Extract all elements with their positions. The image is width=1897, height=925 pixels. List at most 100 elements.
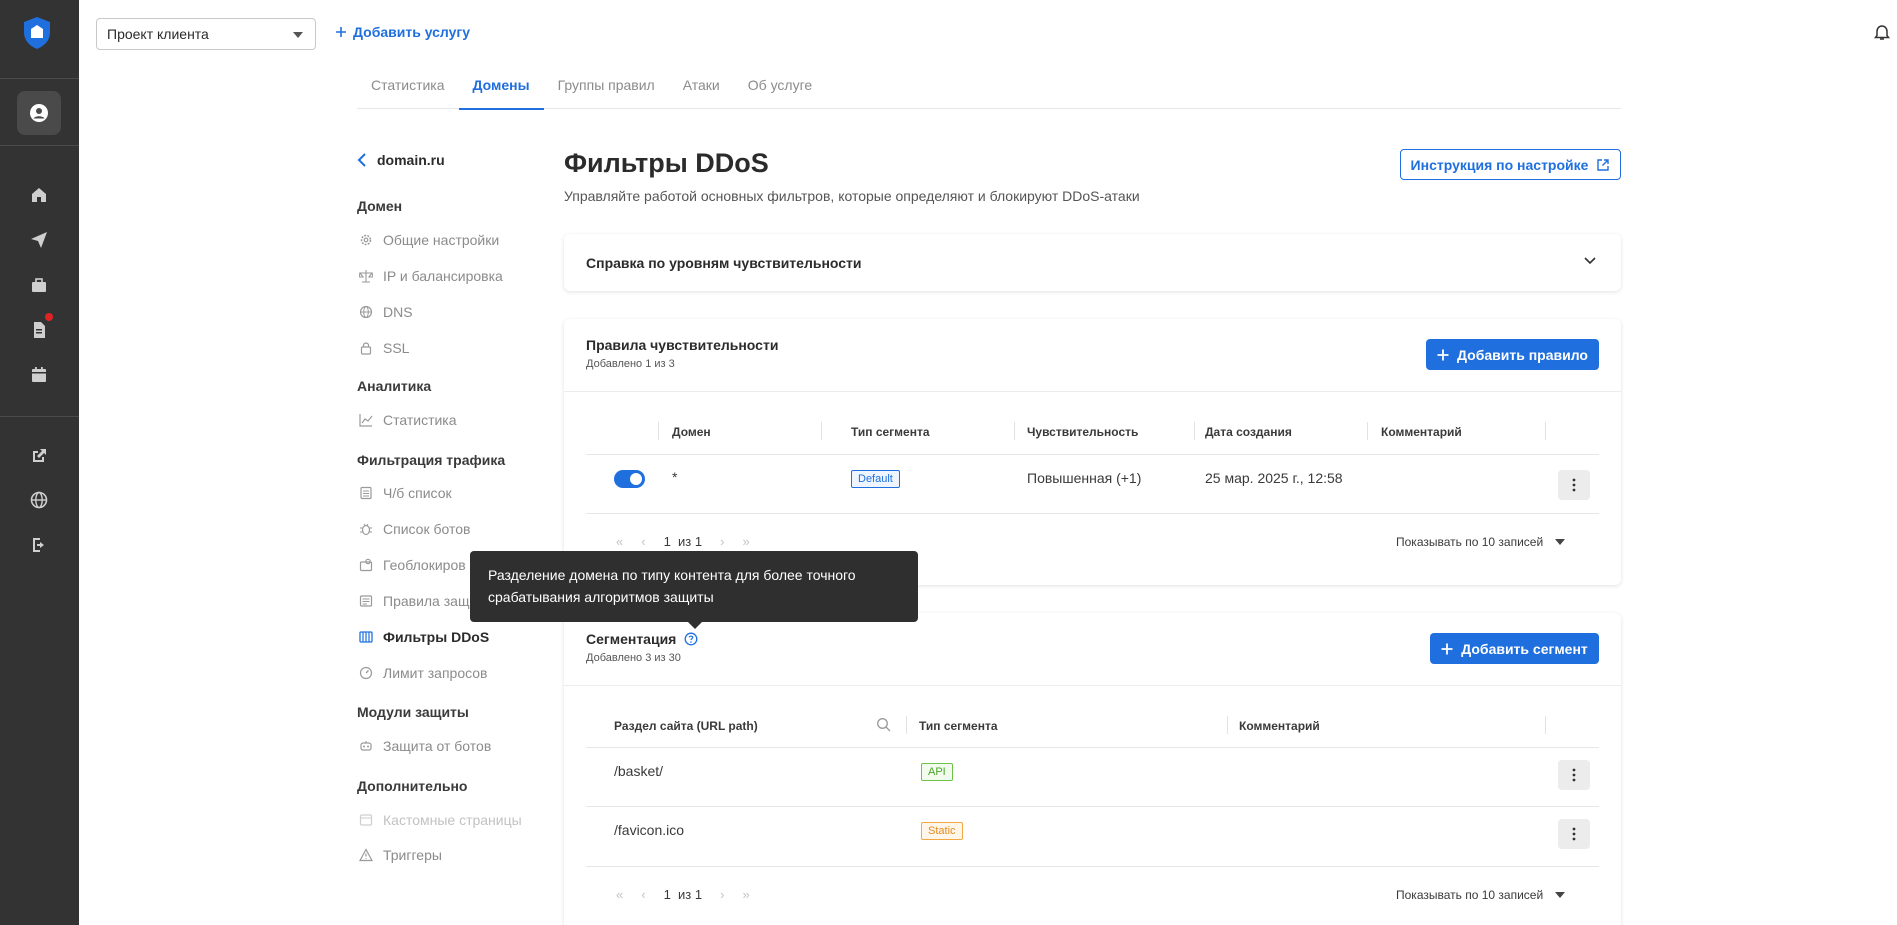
add-rule-label: Добавить правило <box>1457 346 1588 363</box>
rule-domain: * <box>672 469 678 485</box>
external-link-icon <box>33 449 46 462</box>
bell-icon[interactable] <box>1873 24 1891 42</box>
nav-label: Защита от ботов <box>383 738 492 754</box>
segment-path: /favicon.ico <box>614 822 685 838</box>
next-page-icon[interactable]: › <box>720 534 724 549</box>
rail-globe-button[interactable] <box>17 478 61 522</box>
last-page-icon[interactable]: » <box>742 887 749 902</box>
prev-page-icon[interactable]: ‹ <box>641 534 645 549</box>
per-page-label: Показывать по 10 записей <box>1396 888 1544 902</box>
nav-bot-protection[interactable]: Защита от ботов <box>359 736 491 756</box>
tab-rule-groups[interactable]: Группы правил <box>544 68 669 109</box>
tab-domains[interactable]: Домены <box>458 68 544 110</box>
nav-label: Общие настройки <box>383 232 500 248</box>
section-analytics: Аналитика <box>357 378 432 394</box>
segment-actions-button[interactable] <box>1558 819 1590 849</box>
tab-statistics[interactable]: Статистика <box>357 68 459 109</box>
project-select[interactable]: Проект клиента <box>96 18 316 50</box>
nav-ssl[interactable]: SSL <box>359 338 409 358</box>
add-segment-button[interactable]: Добавить сегмент <box>1430 633 1599 664</box>
segment-badge: Default <box>851 470 900 488</box>
seg-card-title-row: Сегментация <box>586 631 698 647</box>
nav-statistics[interactable]: Статистика <box>359 410 457 430</box>
service-tabs: Статистика Домены Группы правил Атаки Об… <box>357 68 1621 110</box>
external-link-icon <box>1597 158 1610 171</box>
nav-label: DNS <box>383 304 413 320</box>
first-page-icon[interactable]: « <box>616 887 623 902</box>
rail-calendar-button[interactable] <box>17 353 61 397</box>
segment-badge: API <box>921 763 953 781</box>
rail-external-link-button[interactable] <box>17 434 61 478</box>
speedometer-icon <box>359 666 373 680</box>
nav-blackwhite-list[interactable]: Ч/б список <box>359 483 452 503</box>
user-circle-icon <box>30 104 48 122</box>
more-vertical-icon <box>1572 768 1576 782</box>
help-circle-icon[interactable] <box>684 632 698 646</box>
nav-label: Статистика <box>383 412 457 428</box>
add-service-link[interactable]: Добавить услугу <box>335 24 470 40</box>
calendar-icon <box>32 367 46 382</box>
rail-logout-button[interactable] <box>17 523 61 567</box>
warning-icon <box>359 848 373 862</box>
rail-home-button[interactable] <box>17 173 61 217</box>
add-rule-button[interactable]: Добавить правило <box>1426 339 1599 370</box>
nav-geoblocking[interactable]: Геоблокиров <box>359 555 466 575</box>
nav-request-limit[interactable]: Лимит запросов <box>359 663 488 683</box>
rules-icon <box>359 595 373 607</box>
project-select-value: Проект клиента <box>107 26 209 42</box>
tab-attacks[interactable]: Атаки <box>669 68 734 109</box>
nav-bot-list[interactable]: Список ботов <box>359 519 470 539</box>
prev-page-icon[interactable]: ‹ <box>641 887 645 902</box>
topbar: Проект клиента Добавить услугу <box>79 0 1897 68</box>
rail-services-button[interactable] <box>17 263 61 307</box>
chevron-down-icon <box>1584 257 1596 265</box>
search-icon[interactable] <box>876 717 891 732</box>
section-modules: Модули защиты <box>357 704 469 720</box>
nav-general-settings[interactable]: Общие настройки <box>359 230 499 250</box>
nav-custom-pages[interactable]: Кастомные страницы <box>359 810 522 830</box>
nav-ip-balancing[interactable]: IP и балансировка <box>359 266 503 286</box>
nav-label: Список ботов <box>383 521 471 537</box>
filter-grid-icon <box>359 631 373 643</box>
first-page-icon[interactable]: « <box>616 534 623 549</box>
sensitivity-help-accordion[interactable]: Справка по уровням чувствительности <box>564 234 1621 291</box>
rules-card-count: Добавлено 1 из 3 <box>586 358 675 370</box>
nav-protection-rules[interactable]: Правила защ <box>359 591 469 611</box>
rule-enabled-toggle[interactable] <box>614 470 645 488</box>
rail-send-button[interactable] <box>17 218 61 262</box>
nav-triggers[interactable]: Триггеры <box>359 845 442 865</box>
nav-label: Лимит запросов <box>383 665 488 681</box>
plus-icon <box>1437 349 1449 360</box>
segment-actions-button[interactable] <box>1558 760 1590 790</box>
page-subtitle: Управляйте работой основных фильтров, ко… <box>564 188 1140 204</box>
robot-icon <box>360 741 372 751</box>
nav-label: IP и балансировка <box>383 268 503 284</box>
next-page-icon[interactable]: › <box>720 887 724 902</box>
col-domain: Домен <box>672 425 711 439</box>
segments-per-page-select[interactable]: Показывать по 10 записей <box>1396 888 1566 902</box>
seg-card-title: Сегментация <box>586 631 677 647</box>
page-number: 1 из 1 <box>663 887 703 902</box>
sensitivity-rules-card: Правила чувствительности Добавлено 1 из … <box>564 319 1621 585</box>
setup-guide-button[interactable]: Инструкция по настройке <box>1400 149 1621 180</box>
rules-per-page-select[interactable]: Показывать по 10 записей <box>1396 535 1566 549</box>
last-page-icon[interactable]: » <box>742 534 749 549</box>
back-link[interactable]: domain.ru <box>357 148 537 172</box>
nav-dns[interactable]: DNS <box>359 302 413 322</box>
caret-down-icon <box>1555 539 1566 545</box>
col-sensitivity: Чувствительность <box>1027 425 1139 439</box>
add-segment-label: Добавить сегмент <box>1461 640 1588 657</box>
rule-actions-button[interactable] <box>1558 470 1590 500</box>
col-created: Дата создания <box>1205 425 1292 439</box>
rail-profile-button[interactable] <box>17 91 61 135</box>
notification-dot <box>45 313 53 321</box>
rules-card-title: Правила чувствительности <box>586 337 779 353</box>
app-rail <box>0 0 101 925</box>
nav-label: Кастомные страницы <box>383 812 522 828</box>
nav-ddos-filters[interactable]: Фильтры DDoS <box>359 627 489 647</box>
rail-documents-button[interactable] <box>17 308 61 352</box>
seg-card-count: Добавлено 3 из 30 <box>586 652 681 664</box>
tab-about[interactable]: Об услуге <box>734 68 826 109</box>
tooltip-line: Разделение домена по типу контента для б… <box>488 567 856 583</box>
logo-shield-icon[interactable] <box>22 16 52 50</box>
